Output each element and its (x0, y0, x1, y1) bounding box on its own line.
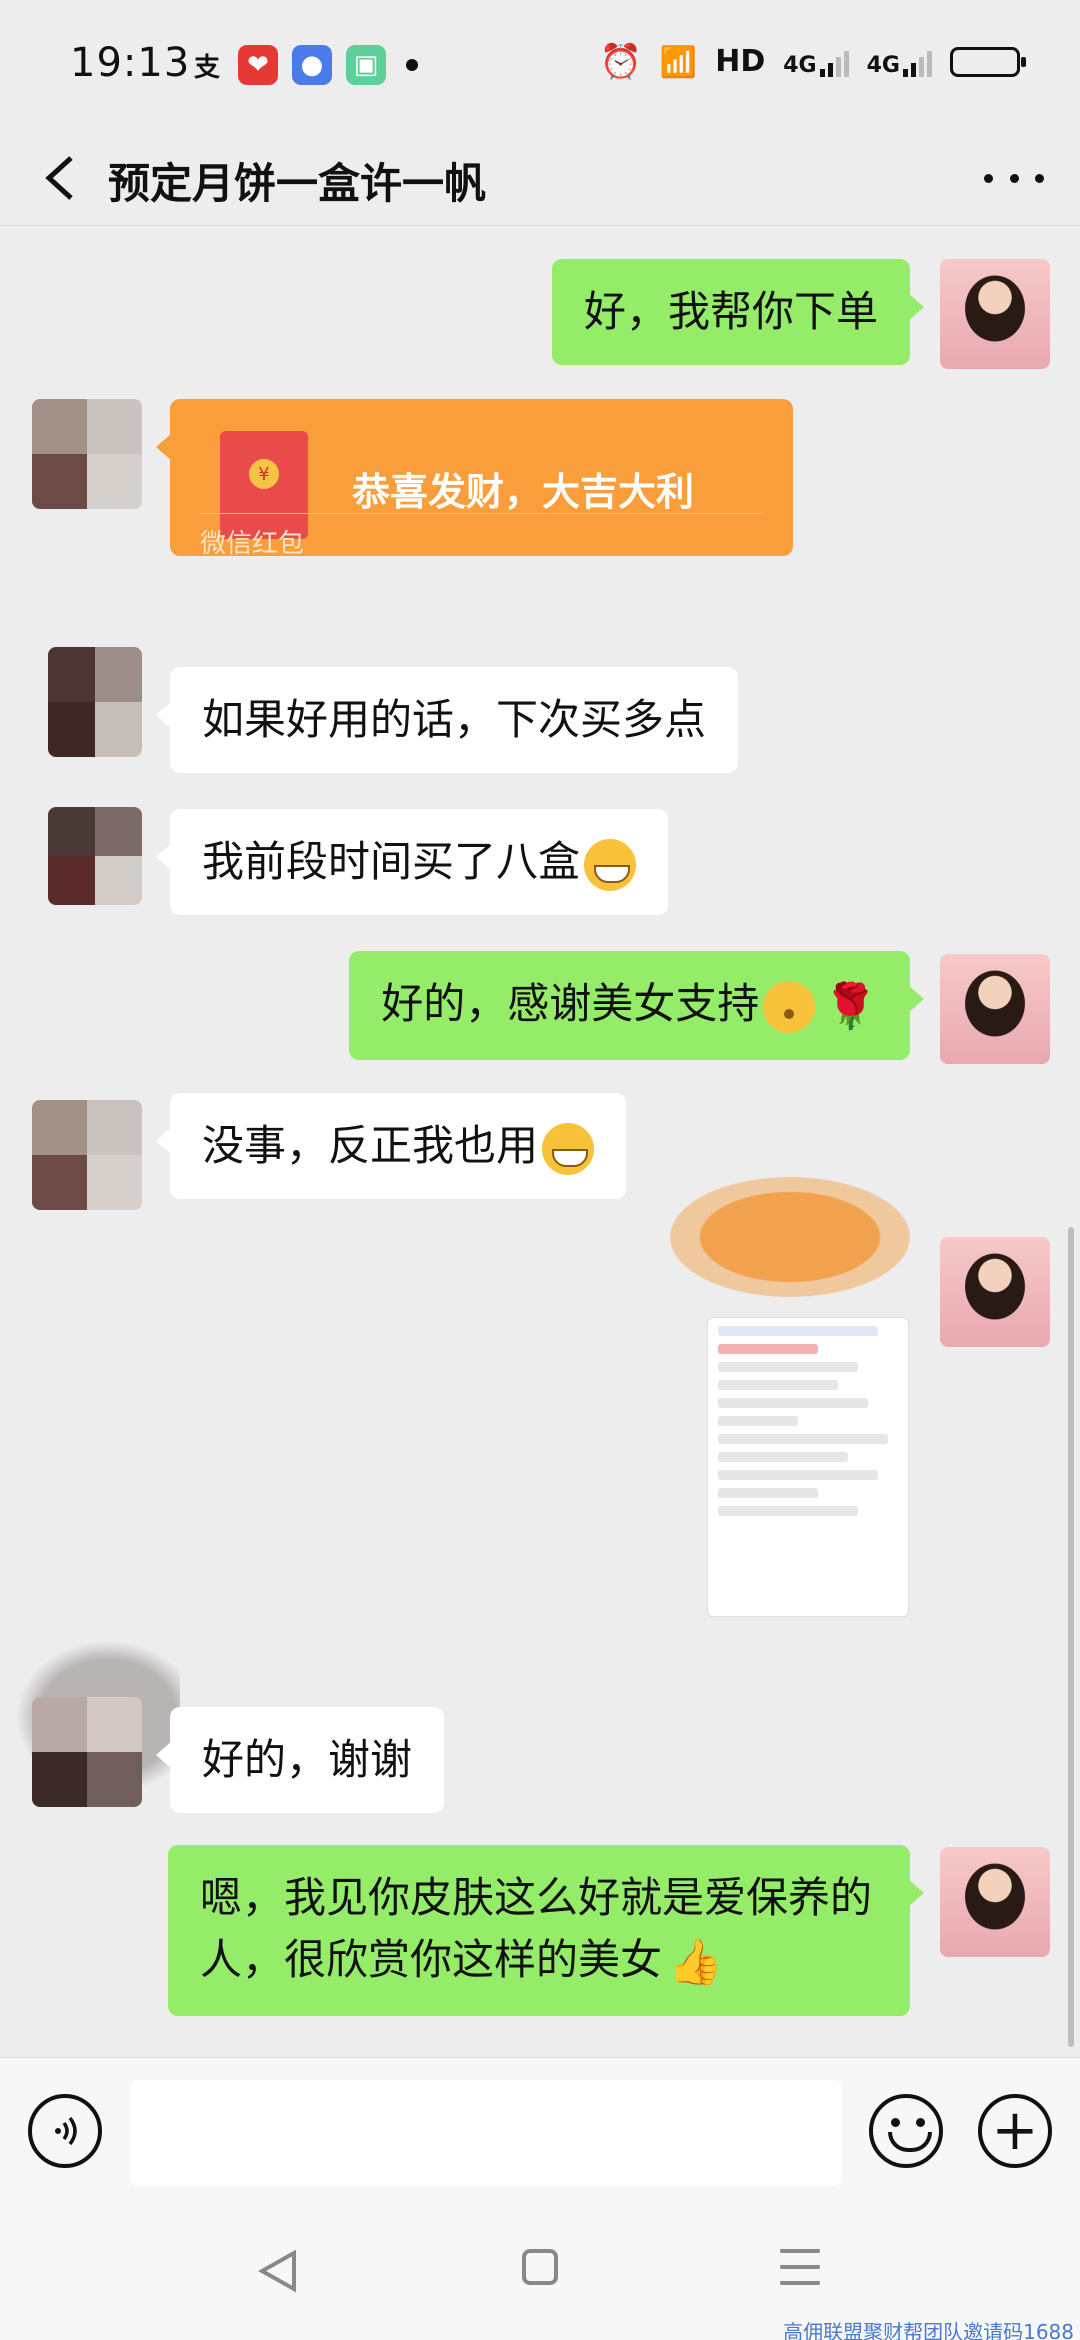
chat-header: 预定月饼一盒许一帆 (0, 130, 1080, 226)
avatar-self[interactable] (940, 1847, 1050, 1957)
chat-title: 预定月饼一盒许一帆 (108, 159, 487, 208)
nav-menu-icon[interactable] (780, 2249, 820, 2285)
rose-emoji-icon: 🌹 (823, 980, 878, 1032)
message-list[interactable]: 好，我帮你下单 ¥ 恭喜发财，大吉大利 微信红包 如果好用的话，下次买多点 我前… (0, 227, 1080, 2057)
app-red-icon: ❤ (238, 45, 278, 85)
message-bubble[interactable]: 好，我帮你下单 (551, 259, 925, 365)
input-bar: + (0, 2057, 1080, 2197)
thumbs-up-emoji-icon: 👍 (668, 1936, 723, 1988)
signal-1: 4G (783, 47, 849, 77)
alipay-icon: 支 (193, 52, 220, 83)
message-bubble[interactable]: 没事，反正我也用 (155, 1093, 627, 1199)
grin-emoji-icon (542, 1122, 595, 1175)
more-dot-icon (406, 59, 418, 71)
hd-label: HD (715, 44, 766, 79)
avatar-contact[interactable] (32, 399, 142, 509)
more-icon[interactable] (984, 160, 1044, 196)
app-blue-icon: ● (292, 45, 332, 85)
message-text: 好的，感谢美女支持 (381, 979, 760, 1028)
voice-icon (55, 2116, 77, 2146)
avatar-self[interactable] (940, 1237, 1050, 1347)
message-bubble[interactable]: 我前段时间买了八盒 (155, 809, 669, 915)
nav-back-icon[interactable] (258, 2249, 298, 2293)
message-text: 没事，反正我也用 (202, 1121, 539, 1170)
status-bar: 19:13 支 ❤ ● ▣ ⏰ 📶 HD 4G 4G (0, 0, 1080, 130)
voice-input-button[interactable] (28, 2094, 102, 2168)
nav-home-icon[interactable] (522, 2249, 558, 2285)
watermark: 高佣联盟聚财帮团队邀请码1688 (783, 2320, 1074, 2340)
avatar-contact[interactable] (32, 1697, 142, 1807)
signal-bars-icon (903, 47, 932, 77)
message-bubble[interactable]: 嗯，我见你皮肤这么好就是爱保养的人，很欣赏你这样的美女 👍 (168, 1845, 924, 2016)
more-actions-button[interactable]: + (978, 2094, 1052, 2168)
order-screenshot-image[interactable] (707, 1317, 909, 1617)
message-text: 嗯，我见你皮肤这么好就是爱保养的人，很欣赏你这样的美女 (200, 1873, 873, 1984)
status-time: 19:13 (70, 40, 191, 86)
avatar-contact[interactable] (48, 647, 142, 757)
scribble-overlay (650, 1167, 930, 1307)
avatar-self[interactable] (940, 954, 1050, 1064)
signal-2: 4G (867, 47, 932, 77)
back-icon[interactable] (30, 148, 90, 208)
notification-icons: 支 ❤ ● ▣ (190, 45, 418, 85)
signal-bars-icon (819, 47, 849, 77)
emoji-button[interactable] (869, 2094, 943, 2168)
avatar-self[interactable] (940, 259, 1050, 369)
kiss-emoji-icon (763, 980, 816, 1033)
avatar-contact[interactable] (48, 807, 142, 905)
message-text: 我前段时间买了八盒 (202, 837, 581, 886)
avatar-contact[interactable] (32, 1100, 142, 1210)
red-packet-greeting: 恭喜发财，大吉大利 (352, 470, 695, 514)
scrollbar[interactable] (1068, 1227, 1074, 2047)
divider (200, 513, 763, 514)
red-packet-label: 微信红包 (200, 529, 305, 559)
message-bubble[interactable]: 如果好用的话，下次买多点 (155, 667, 739, 773)
grin-emoji-icon (584, 838, 637, 891)
message-bubble[interactable]: 好的，谢谢 (155, 1707, 445, 1813)
message-input[interactable] (130, 2080, 842, 2186)
red-packet-message[interactable]: ¥ 恭喜发财，大吉大利 微信红包 (156, 399, 793, 559)
battery-icon (950, 47, 1026, 77)
system-icons: ⏰ 📶 HD 4G 4G (599, 42, 1026, 82)
alarm-icon: ⏰ (599, 42, 642, 82)
message-bubble[interactable]: 好的，感谢美女支持 🌹 (349, 951, 924, 1060)
app-green-icon: ▣ (346, 45, 386, 85)
wifi-icon: 📶 (659, 44, 698, 80)
